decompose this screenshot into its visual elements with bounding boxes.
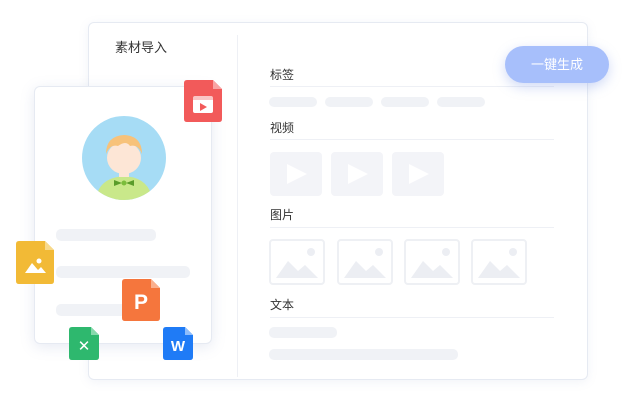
panel-title: 素材导入 [115,40,168,55]
video-thumbnail[interactable] [331,152,383,196]
profile-placeholder-line [56,266,190,278]
image-file-icon [16,241,54,284]
video-thumbnail[interactable] [392,152,444,196]
image-thumbnail[interactable] [404,239,460,285]
landscape-icon [478,248,520,278]
tag-placeholder [381,97,429,107]
ppt-file-icon: P [122,279,160,321]
play-icon [287,164,307,184]
excel-file-icon: ✕ [69,327,99,360]
text-section-label: 文本 [270,298,295,312]
image-thumbnail[interactable] [269,239,325,285]
word-glyph: W [171,338,186,355]
excel-glyph: ✕ [78,337,91,355]
tags-section-label: 标签 [270,68,295,82]
profile-placeholder-line [56,304,126,316]
landscape-icon [344,248,386,278]
video-section-label: 视频 [270,121,295,135]
video-thumbnail[interactable] [270,152,322,196]
avatar [82,116,166,200]
landscape-icon [276,248,318,278]
vertical-divider [237,35,238,377]
video-file-icon [184,80,222,122]
text-placeholder-line [269,327,337,338]
text-divider [270,317,554,318]
tag-placeholder [325,97,373,107]
tag-placeholder [269,97,317,107]
image-thumbnail[interactable] [337,239,393,285]
generate-button[interactable]: 一键生成 [505,46,609,83]
ppt-glyph: P [134,291,148,314]
image-thumbnail[interactable] [471,239,527,285]
landscape-icon [411,248,453,278]
tag-placeholder [437,97,485,107]
play-icon [409,164,429,184]
text-placeholder-line [269,349,458,360]
word-file-icon: W [163,327,193,360]
profile-placeholder-line [56,229,156,241]
image-section-label: 图片 [270,208,295,222]
tags-divider [270,86,554,87]
play-icon [348,164,368,184]
image-divider [270,227,554,228]
video-divider [270,139,554,140]
